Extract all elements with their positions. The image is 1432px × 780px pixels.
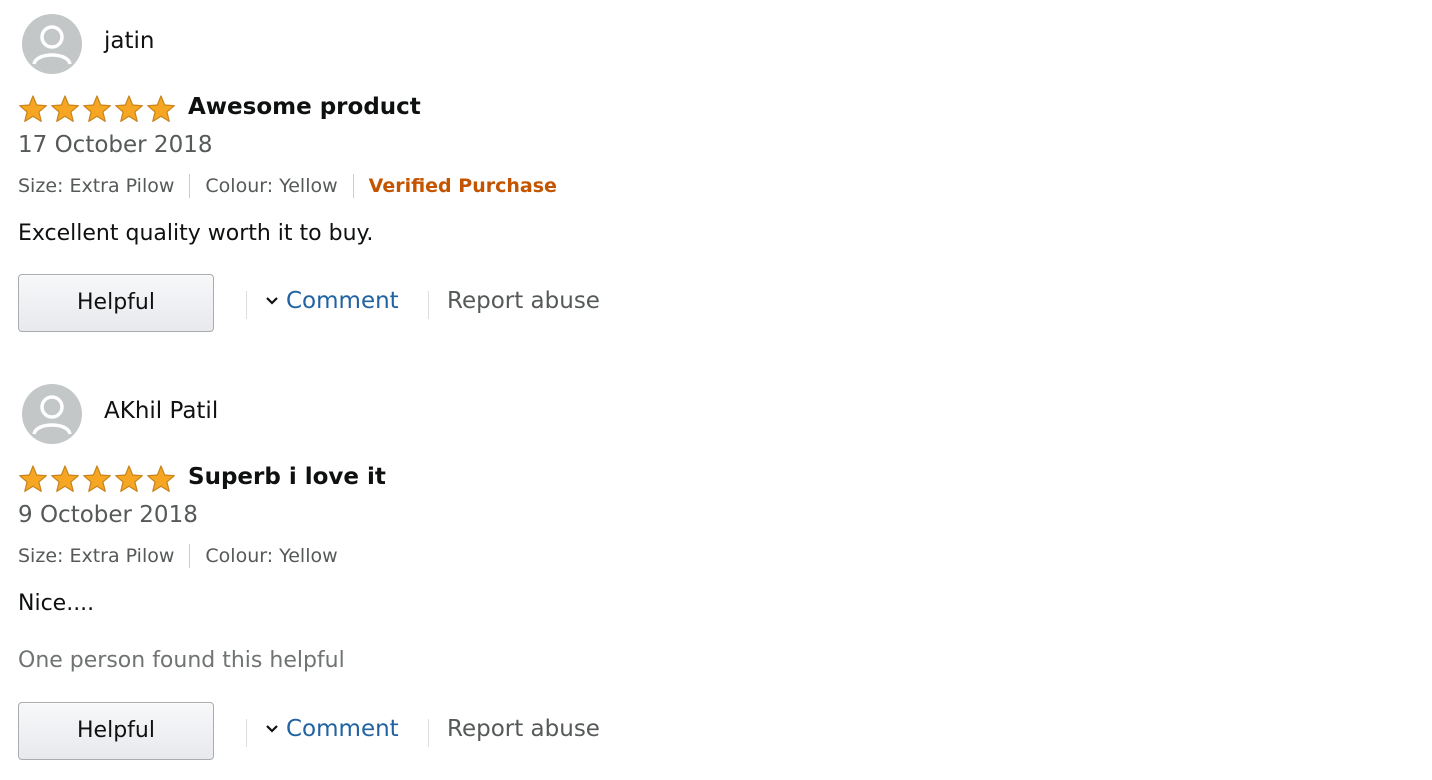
divider [428,291,429,319]
comment-label: Comment [286,716,399,742]
divider [428,719,429,747]
size-variant[interactable]: Size: Extra Pilow [18,545,174,567]
star-icon [83,465,111,492]
colour-variant[interactable]: Colour: Yellow [205,175,337,197]
product-variant: Size: Extra Pilow Colour: Yellow Verified … [18,174,557,202]
helpful-count: One person found this helpful [18,648,345,673]
star-icon [83,95,111,122]
reviewer-name[interactable]: jatin [104,28,154,54]
report-abuse-link[interactable]: Report abuse [447,288,600,314]
divider [352,174,354,198]
star-icon [115,95,143,122]
star-icon [147,95,175,122]
helpful-button[interactable]: Helpful [18,274,214,332]
star-icon [115,465,143,492]
avatar [22,384,82,444]
star-icon [51,465,79,492]
star-icon [19,465,47,492]
star-icon [147,465,175,492]
user-silhouette-icon [32,25,72,65]
chevron-down-icon [266,296,278,305]
review-date: 9 October 2018 [18,502,198,528]
star-rating[interactable] [18,464,178,496]
review-body: Nice.... [18,591,95,616]
user-silhouette-icon [32,395,72,435]
avatar [22,14,82,74]
comment-link[interactable]: Comment [264,716,399,742]
verified-purchase-badge: Verified Purchase [368,175,557,197]
reviewer-name[interactable]: AKhil Patil [104,398,218,424]
product-variant: Size: Extra Pilow Colour: Yellow [18,544,338,572]
star-icon [19,95,47,122]
colour-variant[interactable]: Colour: Yellow [205,545,337,567]
star-rating[interactable] [18,94,178,126]
review-title[interactable]: Awesome product [188,94,421,120]
size-variant[interactable]: Size: Extra Pilow [18,175,174,197]
divider [189,544,191,568]
chevron-down-icon [266,724,278,733]
star-icon [51,95,79,122]
divider [246,719,247,747]
comment-label: Comment [286,288,399,314]
review-date: 17 October 2018 [18,132,213,158]
helpful-button[interactable]: Helpful [18,702,214,760]
review-body: Excellent quality worth it to buy. [18,221,374,246]
report-abuse-link[interactable]: Report abuse [447,716,600,742]
comment-link[interactable]: Comment [264,288,399,314]
star-rating-graphic [19,95,175,122]
divider [246,291,247,319]
star-rating-graphic [19,465,175,492]
divider [189,174,191,198]
review-title[interactable]: Superb i love it [188,464,386,490]
